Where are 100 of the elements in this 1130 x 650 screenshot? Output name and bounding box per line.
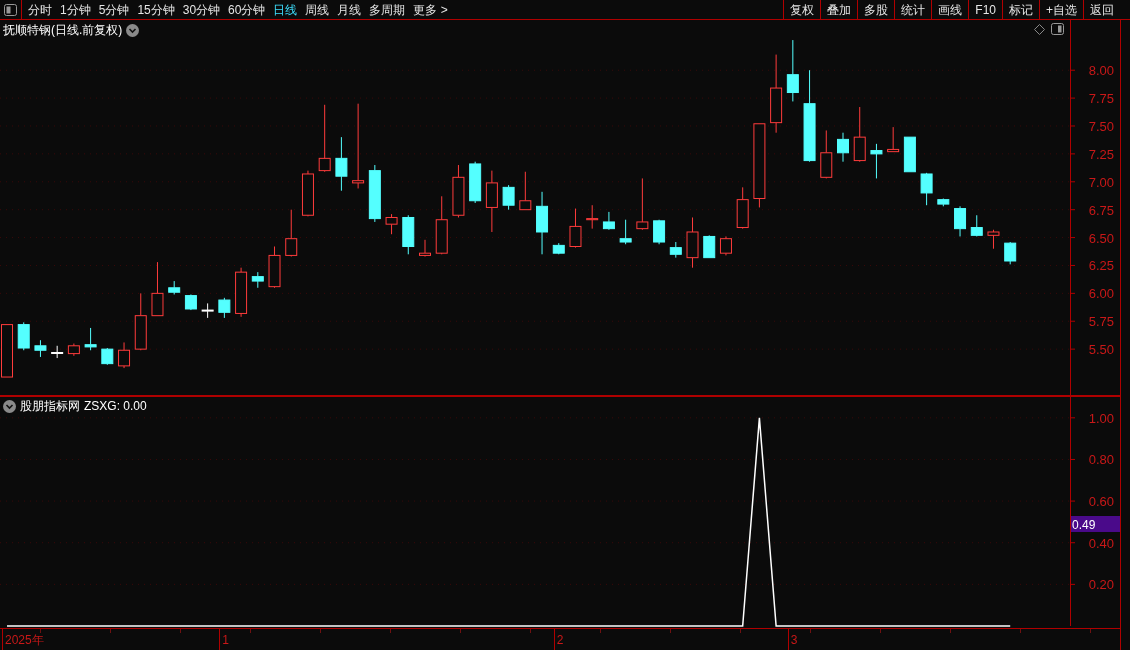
toolbar-button[interactable]: 标记 [1002,0,1039,19]
period-tab[interactable]: 5分钟 [98,0,130,19]
candlestick [285,209,298,258]
period-tab[interactable]: 月线 [337,0,362,19]
candlestick [887,126,900,153]
candlestick [636,177,649,231]
candlestick [937,198,950,207]
axis-label: 0.40 [1088,535,1114,551]
candlestick [201,302,214,319]
period-tab[interactable]: 日线 [273,0,298,19]
axis-label: 6.50 [1088,230,1114,246]
indicator-name: 股朋指标网 [20,398,80,414]
candlestick [786,39,799,102]
candlestick [335,136,348,192]
axis-label: 0.20 [1088,577,1114,593]
axis-label: 7.25 [1088,146,1114,162]
candlestick [67,343,80,357]
toolbar-button[interactable]: +自选 [1039,0,1083,19]
period-tab[interactable]: 60分钟 [228,0,266,19]
axis-label: 5.75 [1088,314,1114,330]
date-axis-label: 2025年 [5,632,44,647]
candlestick [469,161,482,204]
candlestick [536,191,549,255]
candlestick [151,261,164,317]
panel-toggle-icon[interactable] [1051,23,1064,35]
axis-label: 0.80 [1088,452,1114,468]
candlestick [51,345,64,359]
candlestick [268,246,281,289]
candlestick [218,297,231,319]
candlestick [552,242,565,255]
candlestick [837,132,849,163]
axis-label: 1.00 [1088,410,1114,426]
candlestick [385,213,398,235]
panel-toggle-icon[interactable] [4,3,17,16]
axis-label: 0.60 [1088,494,1114,510]
period-tab[interactable]: 更多 > [413,0,448,19]
candlestick [586,204,599,230]
candlestick [419,239,431,258]
period-tab[interactable]: 周线 [305,0,330,19]
date-axis-label: 2 [556,632,564,647]
candlestick [719,235,732,256]
candlestick [703,234,716,259]
toolbar-button[interactable]: 统计 [894,0,932,19]
candlestick [602,211,615,231]
axis-label: 6.75 [1088,202,1114,218]
candlestick [619,219,632,245]
candlestick [118,341,131,369]
chevron-down-icon[interactable] [3,399,16,413]
candlestick [970,214,983,237]
period-tab[interactable]: 1分钟 [60,0,91,19]
cursor-value-label: 0.49 [1071,516,1120,532]
candlestick [318,104,331,173]
candlestick [184,293,197,311]
candlestick [920,172,933,206]
candlestick [853,106,866,163]
axis-label: 6.25 [1088,258,1114,274]
candlestick [235,267,248,318]
candlestick [34,339,47,358]
candlestick [168,280,181,295]
chart-title: 抚顺特钢(日线.前复权) [3,22,123,38]
candlestick [736,186,749,230]
toolbar-button[interactable]: 多股 [857,0,895,19]
candlestick [251,271,264,289]
candlestick [84,327,97,351]
candlestick [653,219,666,245]
axis-label: 5.50 [1088,342,1114,358]
candlestick [569,208,582,249]
diamond-icon[interactable] [1034,23,1045,35]
candlestick [435,195,448,255]
candlestick [1004,241,1017,265]
chevron-down-icon[interactable] [126,23,140,37]
date-axis-label: 3 [790,632,798,647]
axis-label: 8.00 [1088,63,1114,79]
toolbar-button[interactable]: 复权 [783,0,821,19]
candlestick [669,241,682,259]
toolbar-button[interactable]: 叠加 [820,0,858,19]
candlestick [17,321,30,351]
date-axis-label: 1 [222,632,230,647]
candlestick [903,136,916,173]
candlestick [987,229,1000,250]
period-tab[interactable]: 分时 [28,0,52,19]
candlestick [870,143,883,179]
candlestick [954,205,967,237]
toolbar-button[interactable]: 返回 [1083,0,1120,19]
series-name: ZSXG [84,398,117,414]
period-tab[interactable]: 30分钟 [182,0,221,19]
axis-label: 7.75 [1088,91,1114,107]
candlestick [101,347,114,366]
candlestick [485,170,498,233]
indicator-value: : 0.00 [116,398,147,414]
axis-label: 7.00 [1088,174,1114,190]
toolbar-button[interactable]: F10 [968,0,1002,19]
candlestick [368,164,381,223]
candlestick [686,217,699,269]
period-tab[interactable]: 15分钟 [137,0,175,19]
candlestick [301,170,314,217]
candlestick [519,171,532,211]
period-tab[interactable]: 多周期 [369,0,406,19]
candlestick [820,129,833,179]
toolbar-button[interactable]: 画线 [931,0,969,19]
